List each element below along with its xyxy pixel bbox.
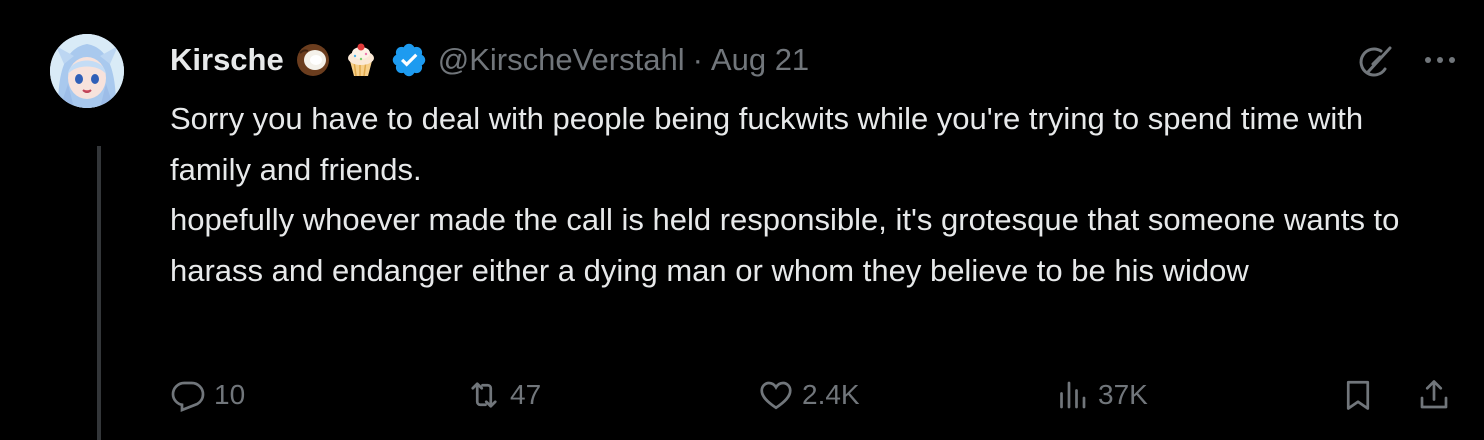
avatar[interactable] [50,34,124,108]
more-options-icon[interactable] [1420,48,1460,72]
author-name[interactable]: Kirsche [170,42,284,78]
repost-count: 47 [510,379,542,410]
separator-dot: · [692,42,703,77]
author-handle[interactable]: @KirscheVerstahl [438,42,685,78]
repost-button[interactable]: 47 [466,370,541,420]
share-button[interactable] [1416,370,1452,420]
tweet[interactable]: Kirsche @KirscheVerstahl · Aug 21 Sorry … [0,0,1484,440]
action-bar: 10 47 2.4K 37K [170,370,1470,420]
reply-button[interactable]: 10 [170,370,245,420]
repost-icon [466,377,502,413]
verified-badge-icon[interactable] [390,41,428,79]
bookmark-button[interactable] [1340,370,1376,420]
like-button[interactable]: 2.4K [758,370,860,420]
cupcake-emoji-icon [342,41,380,79]
heart-icon [758,377,794,413]
reply-count: 10 [214,379,246,410]
bookmark-icon [1340,377,1376,413]
tweet-header: Kirsche @KirscheVerstahl · Aug 21 [170,38,809,82]
grok-icon[interactable] [1354,42,1394,82]
views-button[interactable]: 37K [1054,370,1148,420]
views-count: 37K [1098,379,1148,410]
coconut-emoji-icon [294,41,332,79]
thread-line [97,146,101,440]
share-icon [1416,377,1452,413]
like-count: 2.4K [802,379,860,410]
avatar-image [50,34,124,108]
tweet-text: Sorry you have to deal with people being… [170,101,1400,288]
tweet-timestamp[interactable]: Aug 21 [711,42,809,78]
views-chart-icon [1054,377,1090,413]
reply-icon [170,377,206,413]
